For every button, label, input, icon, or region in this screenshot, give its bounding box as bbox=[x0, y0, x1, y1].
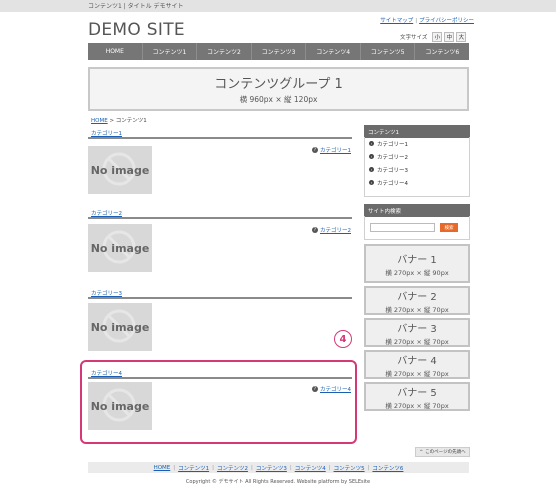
no-image-label: No image bbox=[90, 163, 150, 177]
breadcrumb-current: コンテンツ1 bbox=[115, 118, 147, 124]
group-banner-size: 横 960px × 縦 120px bbox=[239, 95, 318, 104]
breadcrumb-home-link[interactable]: HOME bbox=[91, 118, 108, 124]
copyright-text: Copyright © デモサイト All Rights Reserved. W… bbox=[185, 479, 371, 485]
banner-title: バナー 5 bbox=[397, 387, 437, 399]
sidebar-category-list: › カテゴリー1 › カテゴリー2 › カテゴリー3 › カテゴリー4 bbox=[364, 137, 470, 197]
banner-size: 横 270px × 縦 70px bbox=[385, 305, 449, 314]
nav-home[interactable]: HOME bbox=[88, 43, 143, 60]
banner-title: バナー 3 bbox=[397, 323, 437, 335]
footer-link-home[interactable]: HOME bbox=[154, 465, 171, 471]
sidebar-item-category-4[interactable]: › カテゴリー4 bbox=[365, 176, 469, 189]
banner-5[interactable]: バナー 5 横 270px × 縦 70px bbox=[364, 382, 470, 411]
global-nav: HOME コンテンツ1 コンテンツ2 コンテンツ3 コンテンツ4 コンテンツ5 … bbox=[88, 43, 469, 60]
banner-size: 横 270px × 縦 70px bbox=[385, 337, 449, 346]
question-icon: ? bbox=[312, 147, 318, 153]
no-image-label: No image bbox=[90, 320, 150, 334]
footer-nav: HOME | コンテンツ1 | コンテンツ2 | コンテンツ3 | コンテンツ4 | コン… bbox=[88, 462, 469, 473]
category-link-1[interactable]: ? カテゴリー1 bbox=[312, 146, 351, 154]
header-links: サイトマップ | プライバシーポリシー bbox=[380, 16, 474, 24]
site-search-input[interactable] bbox=[370, 223, 435, 232]
section-title-category-2[interactable]: カテゴリー2 bbox=[91, 209, 122, 217]
group-banner-title: コンテンツグループ 1 bbox=[214, 77, 343, 92]
font-size-small-button[interactable]: 小 bbox=[432, 32, 443, 42]
section-title-category-4[interactable]: カテゴリー4 bbox=[91, 369, 122, 377]
step-number-badge: 4 bbox=[334, 330, 352, 348]
link-separator: | bbox=[415, 18, 418, 24]
category-link-2[interactable]: ? カテゴリー2 bbox=[312, 226, 351, 234]
site-logo[interactable]: DEMO SITE bbox=[88, 20, 185, 40]
section-divider bbox=[88, 137, 352, 139]
search-button[interactable]: 検索 bbox=[440, 223, 458, 232]
sidebar-item-category-3[interactable]: › カテゴリー3 bbox=[365, 163, 469, 176]
font-size-large-button[interactable]: 大 bbox=[456, 32, 467, 42]
banner-size: 横 270px × 縦 70px bbox=[385, 369, 449, 378]
category-link-4[interactable]: ? カテゴリー4 bbox=[312, 385, 351, 393]
sitemap-link[interactable]: サイトマップ bbox=[380, 18, 413, 24]
arrow-bullet-icon: › bbox=[369, 167, 374, 172]
sidebar-item-category-1[interactable]: › カテゴリー1 bbox=[365, 137, 469, 150]
sidebar-item-category-2[interactable]: › カテゴリー2 bbox=[365, 150, 469, 163]
banner-2[interactable]: バナー 2 横 270px × 縦 70px bbox=[364, 286, 470, 315]
footer-link-content-2[interactable]: コンテンツ2 bbox=[217, 464, 248, 472]
footer-link-content-6[interactable]: コンテンツ6 bbox=[372, 464, 403, 472]
no-image-placeholder: No image bbox=[88, 382, 152, 430]
no-image-placeholder: No image bbox=[88, 224, 152, 272]
page-top-button[interactable]: ^ このページの先頭へ bbox=[415, 447, 470, 457]
no-image-label: No image bbox=[90, 241, 150, 255]
no-image-placeholder: No image bbox=[88, 303, 152, 351]
arrow-bullet-icon: › bbox=[369, 180, 374, 185]
section-title-category-3[interactable]: カテゴリー3 bbox=[91, 289, 122, 297]
nav-content-5[interactable]: コンテンツ5 bbox=[361, 43, 416, 60]
banner-title: バナー 2 bbox=[397, 291, 437, 303]
font-size-medium-button[interactable]: 中 bbox=[444, 32, 455, 42]
top-bar-text: コンテンツ1 | タイトル デモサイト bbox=[88, 3, 184, 10]
banner-size: 横 270px × 縦 70px bbox=[385, 401, 449, 410]
arrow-bullet-icon: › bbox=[369, 154, 374, 159]
banner-title: バナー 1 bbox=[397, 254, 437, 266]
nav-content-1[interactable]: コンテンツ1 bbox=[143, 43, 198, 60]
question-icon: ? bbox=[312, 386, 318, 392]
banner-4[interactable]: バナー 4 横 270px × 縦 70px bbox=[364, 350, 470, 379]
breadcrumb: HOME > コンテンツ1 bbox=[91, 116, 147, 124]
no-image-placeholder: No image bbox=[88, 146, 152, 194]
breadcrumb-separator: > bbox=[109, 118, 115, 124]
section-divider bbox=[88, 377, 352, 379]
top-bar: コンテンツ1 | タイトル デモサイト bbox=[0, 0, 556, 12]
section-divider bbox=[88, 217, 352, 219]
chevron-up-icon: ^ bbox=[419, 449, 424, 455]
section-title-category-1[interactable]: カテゴリー1 bbox=[91, 129, 122, 137]
footer-link-content-4[interactable]: コンテンツ4 bbox=[295, 464, 326, 472]
banner-title: バナー 4 bbox=[397, 355, 437, 367]
banner-1[interactable]: バナー 1 横 270px × 縦 90px bbox=[364, 244, 470, 283]
nav-content-6[interactable]: コンテンツ6 bbox=[415, 43, 469, 60]
nav-content-4[interactable]: コンテンツ4 bbox=[306, 43, 361, 60]
no-image-label: No image bbox=[90, 399, 150, 413]
footer-link-content-3[interactable]: コンテンツ3 bbox=[256, 464, 287, 472]
nav-content-3[interactable]: コンテンツ3 bbox=[252, 43, 307, 60]
banner-3[interactable]: バナー 3 横 270px × 縦 70px bbox=[364, 318, 470, 347]
content-group-banner: コンテンツグループ 1 横 960px × 縦 120px bbox=[88, 67, 469, 111]
arrow-bullet-icon: › bbox=[369, 141, 374, 146]
footer-link-content-1[interactable]: コンテンツ1 bbox=[178, 464, 209, 472]
footer-link-content-5[interactable]: コンテンツ5 bbox=[334, 464, 365, 472]
nav-content-2[interactable]: コンテンツ2 bbox=[197, 43, 252, 60]
font-size-switcher: 文字サイズ 小 中 大 bbox=[400, 31, 467, 43]
font-size-label: 文字サイズ bbox=[400, 35, 428, 41]
banner-size: 横 270px × 縦 90px bbox=[385, 268, 449, 277]
question-icon: ? bbox=[312, 227, 318, 233]
section-divider bbox=[88, 297, 352, 299]
privacy-policy-link[interactable]: プライバシーポリシー bbox=[419, 18, 474, 24]
